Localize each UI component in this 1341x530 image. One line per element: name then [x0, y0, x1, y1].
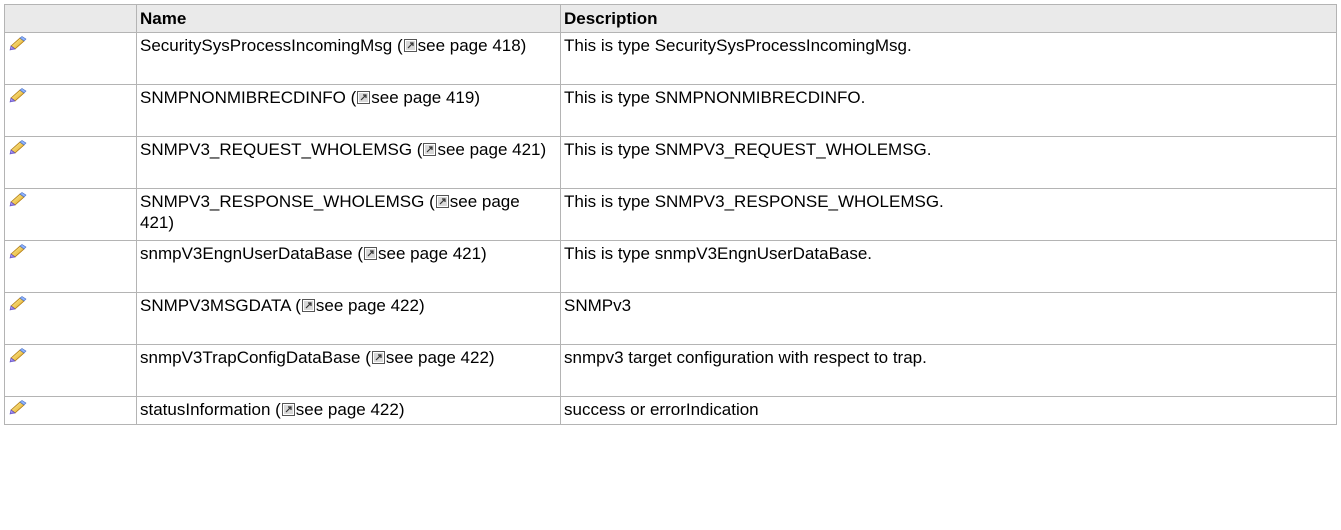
types-table: Name Description SecuritySysProcessIncom…	[4, 4, 1337, 425]
page-link-icon[interactable]	[301, 299, 315, 312]
row-icon-cell	[4, 188, 137, 241]
table-row: SNMPNONMIBRECDINFO ( see page 419) This i…	[4, 84, 1337, 137]
table-row: SNMPV3MSGDATA ( see page 422) SNMPv3	[4, 292, 1337, 345]
row-name-cell: SecuritySysProcessIncomingMsg ( see page …	[136, 32, 561, 85]
page-link-icon[interactable]	[403, 39, 417, 52]
type-name-link[interactable]: snmpV3TrapConfigDataBase (	[140, 348, 371, 367]
table-row: SecuritySysProcessIncomingMsg ( see page …	[4, 32, 1337, 85]
typedef-icon	[9, 192, 27, 207]
typedef-icon	[9, 400, 27, 415]
table-row: SNMPV3_RESPONSE_WHOLEMSG (see page 421) …	[4, 188, 1337, 241]
see-page-link[interactable]: see page 419)	[371, 88, 480, 107]
row-description-cell: This is type SNMPV3_RESPONSE_WHOLEMSG.	[560, 188, 1337, 241]
page-link-icon[interactable]	[371, 351, 385, 364]
row-icon-cell	[4, 84, 137, 137]
row-name-cell: snmpV3EngnUserDataBase ( see page 421)	[136, 240, 561, 293]
table-row: SNMPV3_REQUEST_WHOLEMSG ( see page 421) T…	[4, 136, 1337, 189]
typedef-icon	[9, 296, 27, 311]
row-description-cell: This is type SecuritySysProcessIncomingM…	[560, 32, 1337, 85]
row-icon-cell	[4, 292, 137, 345]
see-page-link[interactable]: see page 422)	[296, 400, 405, 419]
row-description-cell: success or errorIndication	[560, 396, 1337, 425]
see-page-link[interactable]: see page 421)	[378, 244, 487, 263]
row-icon-cell	[4, 344, 137, 397]
table-row: snmpV3EngnUserDataBase ( see page 421) Th…	[4, 240, 1337, 293]
row-icon-cell	[4, 32, 137, 85]
page-link-icon[interactable]	[357, 91, 371, 104]
typedef-icon	[9, 88, 27, 103]
row-description-cell: This is type SNMPNONMIBRECDINFO.	[560, 84, 1337, 137]
row-description-cell: This is type SNMPV3_REQUEST_WHOLEMSG.	[560, 136, 1337, 189]
type-name-link[interactable]: snmpV3EngnUserDataBase (	[140, 244, 363, 263]
type-name-link[interactable]: SNMPV3MSGDATA (	[140, 296, 301, 315]
row-name-cell: SNMPV3_REQUEST_WHOLEMSG ( see page 421)	[136, 136, 561, 189]
row-name-cell: SNMPNONMIBRECDINFO ( see page 419)	[136, 84, 561, 137]
header-description: Description	[560, 4, 1337, 33]
typedef-icon	[9, 140, 27, 155]
type-name-link[interactable]: SNMPV3_RESPONSE_WHOLEMSG (	[140, 192, 435, 211]
see-page-link[interactable]: see page 422)	[316, 296, 425, 315]
type-name-link[interactable]: SNMPV3_REQUEST_WHOLEMSG (	[140, 140, 422, 159]
header-row: Name Description	[4, 4, 1337, 33]
table-row: statusInformation ( see page 422) success…	[4, 396, 1337, 425]
header-name: Name	[136, 4, 561, 33]
page-link-icon[interactable]	[435, 195, 449, 208]
table-row: snmpV3TrapConfigDataBase (see page 422) …	[4, 344, 1337, 397]
see-page-link[interactable]: see page 422)	[386, 348, 495, 367]
row-name-cell: statusInformation ( see page 422)	[136, 396, 561, 425]
row-name-cell: snmpV3TrapConfigDataBase ( see page 422)	[136, 344, 561, 397]
row-icon-cell	[4, 240, 137, 293]
see-page-link[interactable]: see page 418)	[418, 36, 527, 55]
row-icon-cell	[4, 396, 137, 425]
type-name-link[interactable]: statusInformation (	[140, 400, 281, 419]
page-link-icon[interactable]	[281, 403, 295, 416]
row-description-cell: SNMPv3	[560, 292, 1337, 345]
typedef-icon	[9, 244, 27, 259]
row-description-cell: snmpv3 target configuration with respect…	[560, 344, 1337, 397]
type-name-link[interactable]: SecuritySysProcessIncomingMsg (	[140, 36, 403, 55]
header-icon-column	[4, 4, 137, 33]
row-name-cell: SNMPV3_RESPONSE_WHOLEMSG (see page 421)	[136, 188, 561, 241]
row-icon-cell	[4, 136, 137, 189]
typedef-icon	[9, 36, 27, 51]
page-link-icon[interactable]	[364, 247, 378, 260]
type-name-link[interactable]: SNMPNONMIBRECDINFO (	[140, 88, 356, 107]
page-link-icon[interactable]	[423, 143, 437, 156]
typedef-icon	[9, 348, 27, 363]
see-page-link[interactable]: see page 421)	[437, 140, 546, 159]
row-name-cell: SNMPV3MSGDATA ( see page 422)	[136, 292, 561, 345]
row-description-cell: This is type snmpV3EngnUserDataBase.	[560, 240, 1337, 293]
